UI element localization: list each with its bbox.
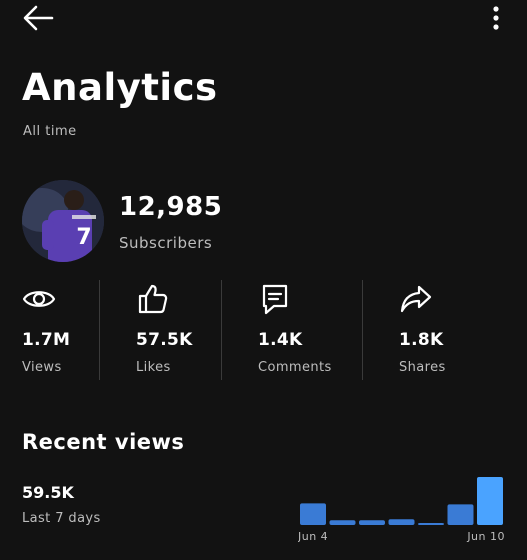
thumbs-up-icon <box>138 284 168 314</box>
chart-bar-jun-8[interactable] <box>418 523 444 525</box>
stat-label: Shares <box>399 360 446 375</box>
stat-views[interactable]: 1.7M Views <box>22 280 92 380</box>
share-icon <box>400 285 432 313</box>
stat-label: Comments <box>258 360 332 375</box>
subscribers-count: 12,985 <box>119 192 223 222</box>
recent-views-title: Recent views <box>22 430 185 454</box>
stat-value: 1.4K <box>258 330 303 350</box>
arrow-left-icon <box>23 5 54 31</box>
svg-text:7: 7 <box>76 225 91 250</box>
page-title: Analytics <box>22 66 218 109</box>
chart-bar-jun-9[interactable] <box>447 504 474 525</box>
stat-value: 1.8K <box>399 330 444 350</box>
chart-bar-jun-6[interactable] <box>359 520 385 525</box>
recent-views-value: 59.5K <box>22 483 74 502</box>
back-button[interactable] <box>20 4 60 36</box>
more-options-button[interactable] <box>482 4 510 34</box>
stat-divider <box>99 280 100 380</box>
chart-bar-jun-7[interactable] <box>388 519 415 525</box>
time-range-label[interactable]: All time <box>23 124 77 139</box>
eye-icon <box>22 291 56 307</box>
profile-avatar-image: 7 <box>22 180 104 262</box>
stat-value: 57.5K <box>136 330 193 350</box>
chart-bar-jun-10[interactable] <box>477 477 503 525</box>
avatar[interactable]: 7 <box>22 180 104 262</box>
more-vertical-icon <box>493 6 499 30</box>
stat-shares[interactable]: 1.8K Shares <box>399 280 479 380</box>
stat-divider <box>362 280 363 380</box>
top-bar <box>0 0 527 50</box>
stat-likes[interactable]: 57.5K Likes <box>136 280 216 380</box>
chart-bar-jun-4[interactable] <box>300 503 326 525</box>
stat-value: 1.7M <box>22 330 71 350</box>
x-tick-label: Jun 4 <box>298 530 328 543</box>
stat-divider <box>221 280 222 380</box>
comment-icon <box>262 284 288 315</box>
recent-views-period: Last 7 days <box>22 511 101 526</box>
stat-comments[interactable]: 1.4K Comments <box>258 280 353 380</box>
x-tick-label: Jun 10 <box>466 530 505 543</box>
stat-label: Likes <box>136 360 171 375</box>
recent-views-chart[interactable]: Jun 4 Jun 10 <box>298 470 508 550</box>
subscribers-label: Subscribers <box>119 234 213 252</box>
stat-label: Views <box>22 360 62 375</box>
chart-bar-jun-5[interactable] <box>329 520 356 525</box>
